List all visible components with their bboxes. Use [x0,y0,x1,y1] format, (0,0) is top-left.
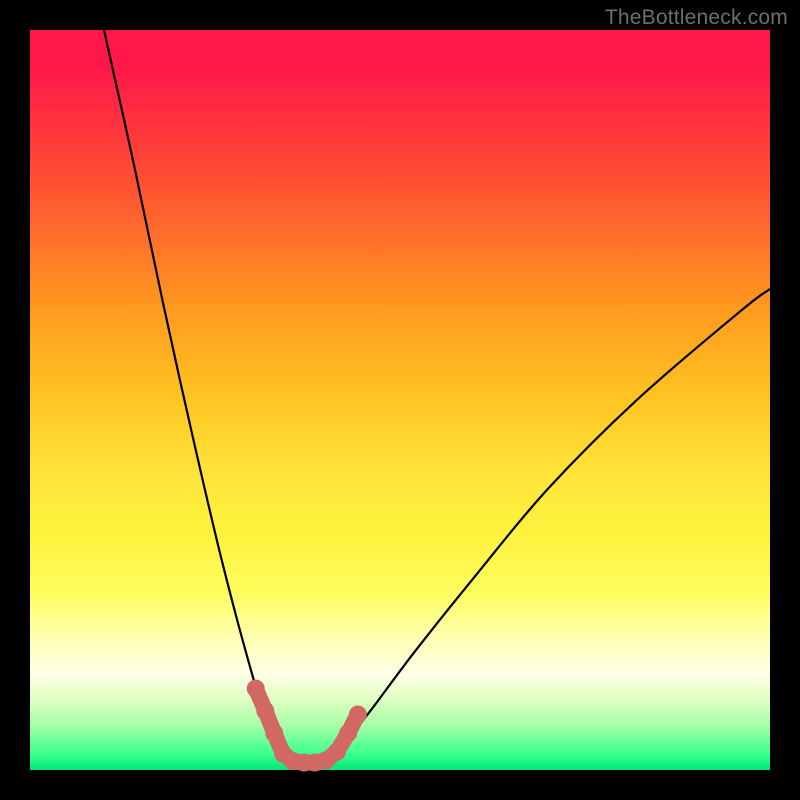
bottleneck-curve [104,30,770,767]
marker-dot [339,724,357,742]
plot-area [30,30,770,770]
marker-dot [247,680,265,698]
marker-dot [349,706,367,724]
chart-frame: TheBottleneck.com [0,0,800,800]
marker-dot [328,743,346,761]
attribution-label: TheBottleneck.com [605,6,788,30]
curve-svg [30,30,770,770]
marker-dot [256,702,274,720]
marker-group [247,680,367,772]
marker-dot [265,724,283,742]
